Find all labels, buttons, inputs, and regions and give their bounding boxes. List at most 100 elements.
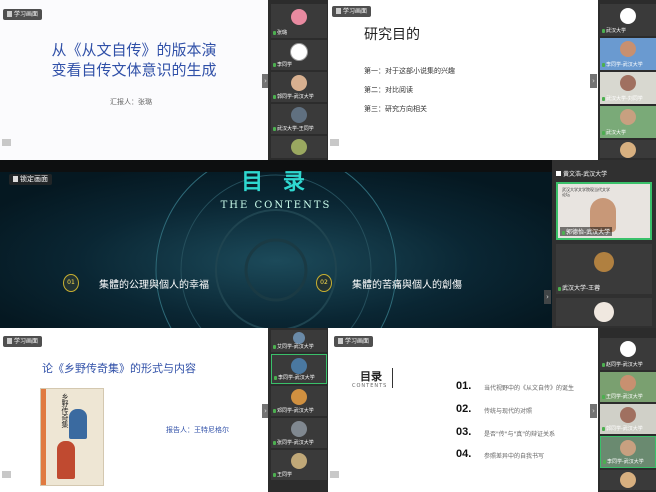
chip-study-screen[interactable]: 学习画面	[3, 336, 43, 347]
mic-icon	[273, 63, 276, 67]
mic-icon	[602, 97, 605, 101]
avatar	[620, 142, 636, 158]
participant-tile[interactable]	[556, 298, 652, 326]
participant-name: 武汉大学-王同学	[277, 126, 314, 132]
participant-tile[interactable]: 郭同学-武汉大学	[271, 72, 327, 102]
participant-tile[interactable]: 郭同学-武汉大学	[600, 404, 656, 434]
slide-thumb-title: 武汉大学文学院现当代文学论坛	[562, 187, 610, 197]
mic-icon	[273, 31, 276, 35]
item-text: 参照差异中的自我书写	[484, 453, 545, 460]
chip-study-screen[interactable]: 学习画面	[3, 9, 43, 20]
chip-lock-screen[interactable]: 锁定画面	[9, 174, 52, 185]
participant-tile[interactable]: 武汉大学-王蓉	[556, 244, 652, 294]
contents-subheading: CONTENTS	[352, 383, 388, 389]
mic-icon	[273, 345, 276, 349]
chip-label: 学习画面	[14, 11, 39, 18]
participant-name: 郭同学-武汉大学	[606, 426, 643, 432]
corner-icon	[2, 471, 11, 478]
avatar	[620, 407, 636, 423]
item-number: 02	[320, 279, 328, 286]
participant-name: 艾同学-武汉大学	[277, 344, 314, 350]
contents-heading: 目 录	[241, 170, 311, 195]
participant-tile[interactable]: 李同学	[271, 40, 327, 70]
panel-top-left: 学习画面 从《从文自传》的版本演 变看自传文体意识的生成 汇报人：张璐 › 张璐…	[0, 0, 328, 160]
pin-icon	[338, 338, 343, 344]
participant-tile[interactable]: 艾同学-武汉大学	[271, 330, 327, 352]
participant-tile[interactable]: 张同学-武汉大学	[271, 418, 327, 448]
slide-title-line-2: 变看自传文体意识的生成	[51, 61, 217, 79]
participant-sidebar: 黄文浩-武汉大学 武汉大学文学院现当代文学论坛 郭德怡-武汉大学 武汉大学-王蓉	[552, 160, 656, 328]
participant-name: 李同学	[277, 62, 293, 68]
participant-name: 王同学	[277, 472, 293, 478]
participant-sidebar: 张璐 李同学 郭同学-武汉大学 武汉大学-王同学	[268, 0, 328, 160]
mic-icon	[273, 473, 276, 477]
participant-tile[interactable]: 王同学-武汉大学	[600, 372, 656, 402]
participant-tile-active[interactable]: 武汉大学文学院现当代文学论坛 郭德怡-武汉大学	[556, 182, 652, 240]
participant-tile[interactable]: 王同学	[271, 450, 327, 480]
avatar	[291, 453, 307, 469]
participant-tile[interactable]: 张璐	[271, 4, 327, 38]
research-points: 第一：对于这部小说集的兴趣 第二：对比阅读 第三：研究方向相关	[364, 62, 455, 119]
participant-tile[interactable]: 武汉大学	[600, 106, 656, 138]
chip-study-screen[interactable]: 学习画面	[334, 336, 374, 347]
participant-sidebar: 武汉大学 李同学-武汉大学 武汉大学-刘同学 武汉大学	[598, 0, 656, 160]
mic-icon	[273, 409, 276, 413]
item-badge-1: 01	[63, 274, 79, 292]
top-participant-bar: 黄文浩-武汉大学	[556, 170, 652, 180]
participant-tile[interactable]: 李同学-武汉大学	[600, 38, 656, 70]
participant-tile[interactable]: 李同学-武汉大学	[600, 436, 656, 468]
chip-label: 学习画面	[14, 338, 39, 345]
participant-name: 郭德怡-武汉大学	[566, 229, 611, 236]
avatar	[291, 107, 307, 123]
avatar	[290, 43, 308, 61]
participant-tile[interactable]: 武汉大学-刘同学	[600, 72, 656, 104]
participant-tile[interactable]	[271, 136, 327, 158]
panel-middle: 锁定画面 目 录 THE CONTENTS 01 集體的公理與個人的幸福 02 …	[0, 160, 656, 328]
book-figure	[69, 409, 87, 439]
pin-icon	[556, 171, 561, 176]
avatar	[291, 389, 307, 405]
chip-label: 学习画面	[343, 8, 368, 15]
participant-name: 郭同学-武汉大学	[277, 94, 314, 100]
panel-bottom-right: 学习画面 目录 CONTENTS 01. 当代视野中的《从文自传》的诞生 02.…	[328, 328, 656, 492]
participant-tile[interactable]	[600, 470, 656, 490]
participant-tile[interactable]: 武汉大学-王同学	[271, 104, 327, 134]
participant-tile[interactable]: 武汉大学	[600, 4, 656, 36]
avatar	[620, 41, 636, 57]
participant-tile[interactable]	[600, 140, 656, 158]
chip-label: 学习画面	[345, 338, 370, 345]
participant-tile[interactable]: 赵同学-武汉大学	[600, 338, 656, 370]
participant-name: 李同学-武汉大学	[607, 459, 644, 465]
divider	[392, 368, 393, 388]
research-point: 第三：研究方向相关	[364, 105, 427, 113]
mic-icon	[562, 231, 565, 235]
participant-name: 武汉大学-王蓉	[562, 285, 601, 292]
item-text: 集體的公理與個人的幸福	[99, 280, 209, 291]
slide-title-line-1: 从《从文自传》的版本演	[51, 41, 217, 59]
contents-subheading: THE CONTENTS	[220, 200, 332, 211]
panel-bottom-left: 学习画面 论《乡野传奇集》的形式与内容 乡野传奇集 报告人：王特尼格尔 › 艾同…	[0, 328, 328, 492]
chip-study-screen[interactable]: 学习画面	[332, 6, 372, 17]
book-spine	[41, 389, 46, 485]
mic-icon	[273, 95, 276, 99]
participant-name: 王同学-武汉大学	[606, 394, 643, 400]
collapse-arrow[interactable]: ›	[544, 290, 551, 304]
participant-name: 武汉大学	[606, 130, 627, 136]
chip-label: 锁定画面	[20, 175, 48, 183]
avatar	[291, 421, 307, 437]
collapse-arrow[interactable]: ›	[590, 74, 597, 88]
participant-name: 张同学-武汉大学	[277, 440, 314, 446]
participant-name: 李同学-武汉大学	[278, 375, 315, 381]
item-text: 当代视野中的《从文自传》的诞生	[484, 385, 575, 392]
avatar	[620, 375, 636, 391]
avatar	[291, 358, 307, 374]
slide-title: 从《从文自传》的版本演 变看自传文体意识的生成	[20, 40, 248, 80]
pin-icon	[7, 338, 12, 344]
collapse-arrow[interactable]: ›	[590, 404, 597, 418]
participant-tile[interactable]: 李同学-武汉大学	[271, 354, 327, 384]
avatar	[291, 75, 307, 91]
corner-icon	[2, 139, 11, 146]
participant-tile[interactable]: 邓同学-武汉大学	[271, 386, 327, 416]
participant-name: 黄文浩-武汉大学	[563, 171, 608, 178]
pin-icon	[336, 8, 341, 14]
